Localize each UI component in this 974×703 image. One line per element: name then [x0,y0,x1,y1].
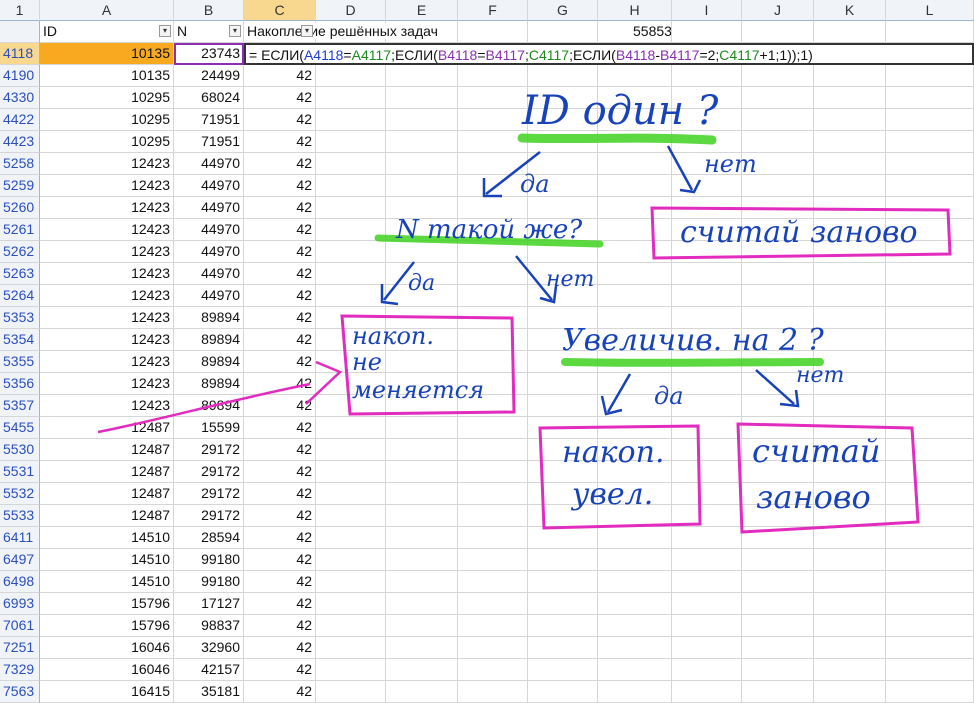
arrow-q3-yes [606,373,632,413]
q2-text: N такой же? [395,215,583,245]
yes3-text: да [654,382,684,410]
box-inc-line1: накоп. [562,435,664,470]
arrow-q1-no [666,145,694,191]
no1-text: нет [704,150,757,178]
arrow-to-keep-box [97,382,311,434]
arrow-q3-no [755,369,795,405]
box-restart2-line1: считай [752,432,880,470]
box-restart1-text: считай заново [680,215,918,250]
highlight-stroke-q3 [561,358,824,367]
yes2-text: да [408,271,435,296]
no3-text: нет [796,363,844,388]
handwritten-annotation-layer: ID один ? да нет считай заново N такой ж… [97,88,952,534]
box-keep-line2: не [352,348,382,376]
arrow-to-keep-box-head [305,360,343,405]
yes1-text: да [520,170,550,198]
box-inc-line2: увел. [570,477,653,512]
q1-text: ID один ? [521,88,719,134]
box-keep-line1: накоп. [352,322,434,350]
box-keep-line3: меняется [352,376,484,404]
no2-text: нет [546,267,594,292]
highlight-stroke-q1 [517,133,717,145]
q3-text: Увеличив. на 2 ? [562,323,825,358]
box-restart2-line2: заново [756,478,871,516]
